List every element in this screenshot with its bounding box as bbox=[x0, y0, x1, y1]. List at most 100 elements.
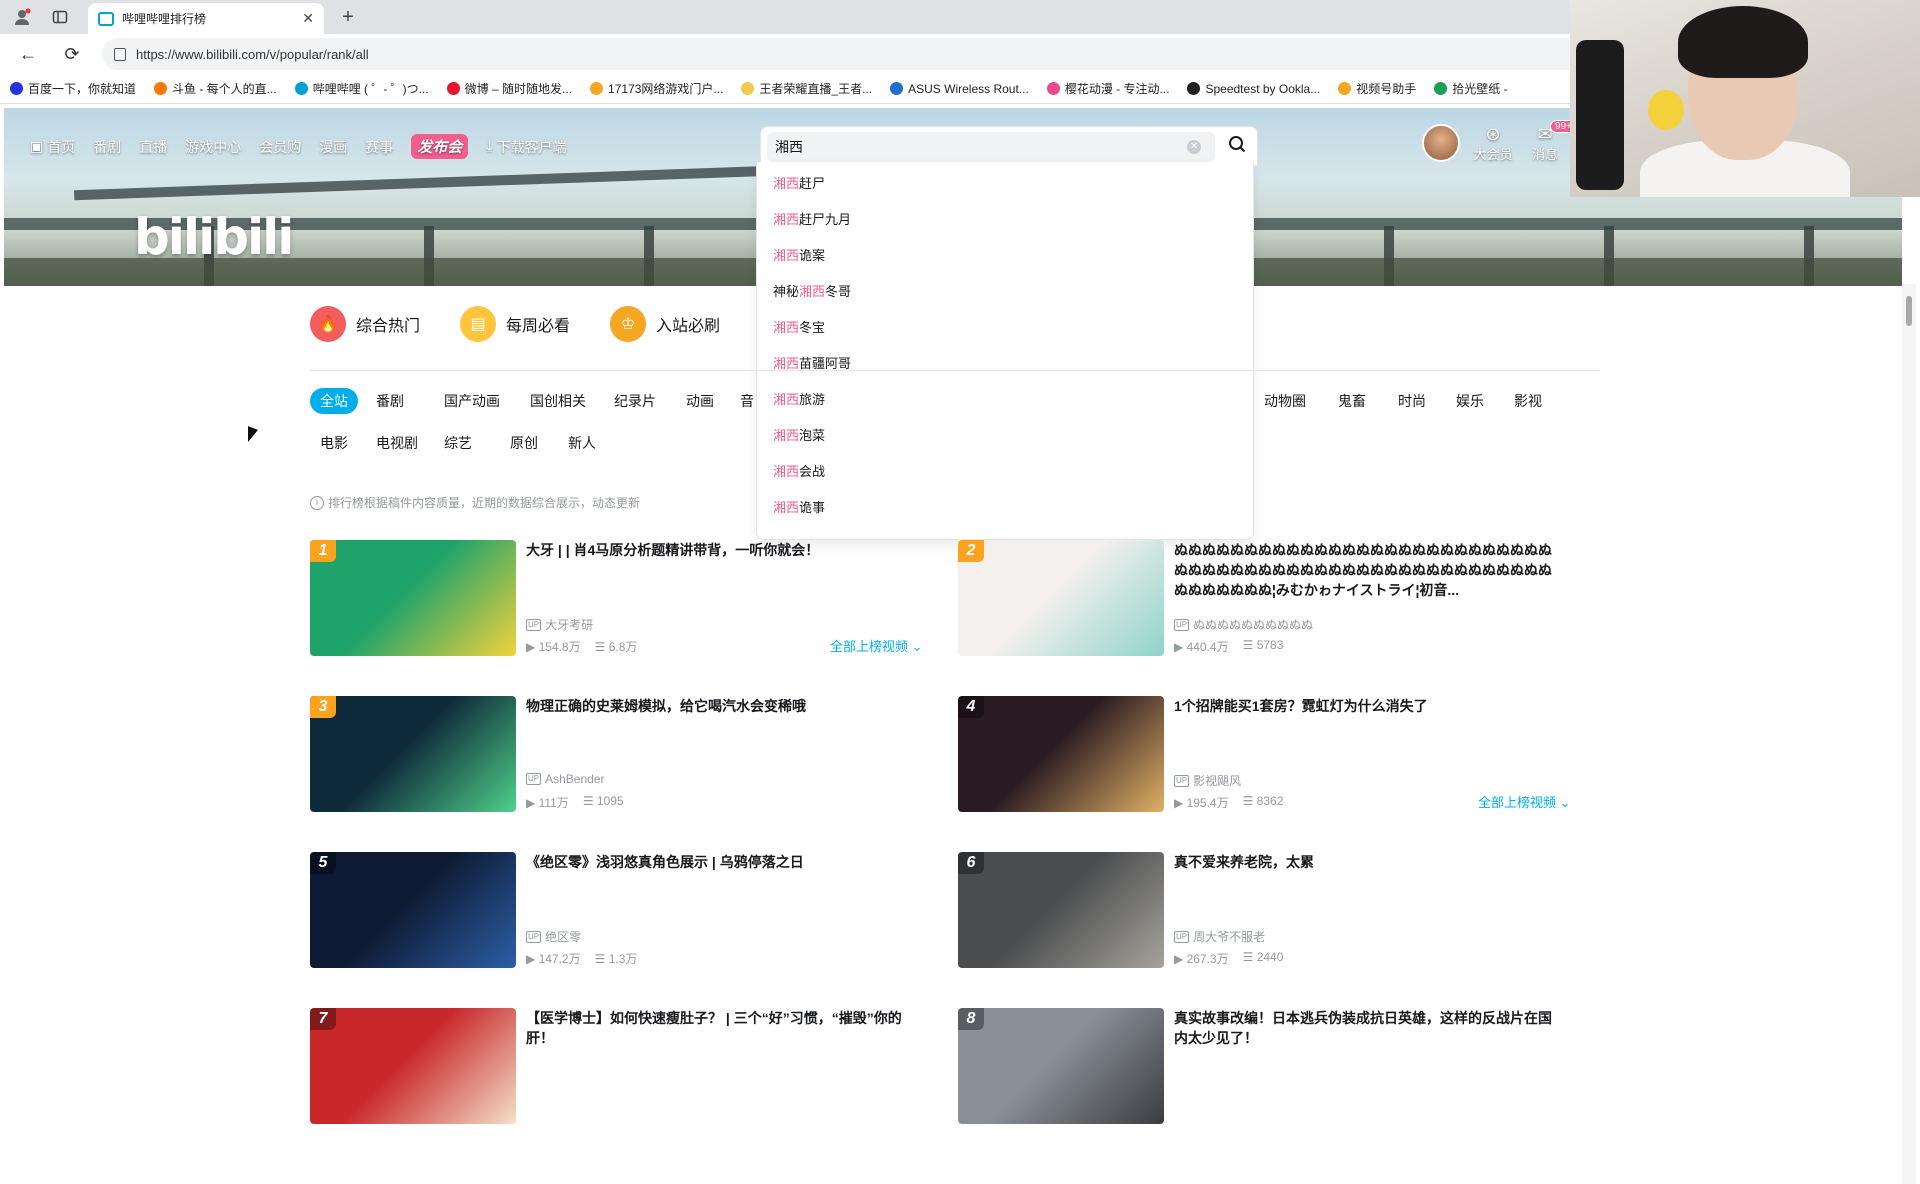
bookmark-item[interactable]: 拾光壁纸 - bbox=[1434, 80, 1508, 97]
search-suggestion-item[interactable]: 湘西诡案 bbox=[757, 238, 1253, 274]
category-tab[interactable]: 番剧 bbox=[366, 388, 414, 414]
search-suggestion-item[interactable]: 湘西苗疆阿哥 bbox=[757, 346, 1253, 382]
search-suggestion-item[interactable]: 湘西会战 bbox=[757, 454, 1253, 490]
uploader[interactable]: UP 绝区零 bbox=[526, 928, 581, 945]
nav-item[interactable]: ▣ 首页 bbox=[30, 137, 75, 157]
category-tab[interactable]: 影视 bbox=[1504, 388, 1552, 414]
search-suggestion-item[interactable]: 湘西赶尸九月 bbox=[757, 202, 1253, 238]
video-thumbnail[interactable]: 1 bbox=[310, 540, 516, 656]
category-tab[interactable]: 国创相关 bbox=[520, 388, 596, 414]
search-box[interactable]: 湘西 ✕ bbox=[760, 126, 1258, 166]
bookmark-item[interactable]: 微博 – 随时随地发... bbox=[446, 80, 572, 97]
video-thumbnail[interactable]: 3 bbox=[310, 696, 516, 812]
rank-video-card[interactable]: 7 【医学博士】如何快速瘦肚子？ | 三个“好”习惯，“摧毁”你的肝！ bbox=[310, 1008, 930, 1126]
video-thumbnail[interactable]: 5 bbox=[310, 852, 516, 968]
uploader[interactable]: UP ぬぬぬぬぬぬぬぬぬぬ bbox=[1174, 616, 1313, 633]
search-input[interactable]: 湘西 bbox=[767, 132, 1215, 162]
clear-search-icon[interactable]: ✕ bbox=[1187, 140, 1201, 154]
video-title[interactable]: ぬぬぬぬぬぬぬぬぬぬぬぬぬぬぬぬぬぬぬぬぬぬぬぬぬぬぬぬぬぬぬぬぬぬぬぬぬぬぬぬ… bbox=[1174, 540, 1564, 600]
rank-video-card[interactable]: 4 1个招牌能买1套房？霓虹灯为什么消失了 UP 影视飓风 ▶ 195.4万 ☰ 8362… bbox=[958, 696, 1578, 814]
address-bar[interactable]: https://www.bilibili.com/v/popular/rank/… bbox=[102, 38, 1570, 70]
bookmark-item[interactable]: 视频号助手 bbox=[1338, 80, 1416, 97]
video-thumbnail[interactable]: 7 bbox=[310, 1008, 516, 1124]
profile-icon[interactable] bbox=[10, 6, 34, 28]
page-scrollbar[interactable] bbox=[1902, 284, 1916, 1184]
category-tab[interactable]: 电影 bbox=[310, 430, 358, 456]
category-tab[interactable]: 音 bbox=[730, 388, 764, 414]
search-suggestion-item[interactable]: 神秘湘西冬哥 bbox=[757, 274, 1253, 310]
new-tab-button[interactable]: + bbox=[336, 6, 360, 28]
uploader[interactable]: UP 影视飓风 bbox=[1174, 772, 1241, 789]
hot-tab[interactable]: 🔥 综合热门 bbox=[310, 306, 420, 342]
video-title[interactable]: 1个招牌能买1套房？霓虹灯为什么消失了 bbox=[1174, 696, 1564, 716]
video-thumbnail[interactable]: 4 bbox=[958, 696, 1164, 812]
nav-item[interactable]: 会员购 bbox=[259, 137, 301, 157]
uploader[interactable]: UP 周大爷不服老 bbox=[1174, 928, 1265, 945]
rank-video-card[interactable]: 6 真不爱来养老院，太累 UP 周大爷不服老 ▶ 267.3万 ☰ 2440 bbox=[958, 852, 1578, 970]
all-ranked-videos-link[interactable]: 全部上榜视频 ⌄ bbox=[830, 636, 923, 655]
bookmark-item[interactable]: 百度一下，你就知道 bbox=[10, 80, 136, 97]
category-tab[interactable]: 电视剧 bbox=[366, 430, 428, 456]
video-thumbnail[interactable]: 8 bbox=[958, 1008, 1164, 1124]
close-tab-icon[interactable]: ✕ bbox=[302, 10, 314, 27]
bookmark-item[interactable]: 樱花动漫 - 专注动... bbox=[1046, 80, 1169, 97]
video-title[interactable]: 《绝区零》浅羽悠真角色展示 | 乌鸦停落之日 bbox=[526, 852, 916, 872]
rank-video-card[interactable]: 1 大牙 | | 肖4马原分析题精讲带背，一听你就会！ UP 大牙考研 ▶ 154.8万… bbox=[310, 540, 930, 658]
bookmark-item[interactable]: 斗鱼 - 每个人的直... bbox=[154, 80, 277, 97]
nav-item[interactable]: 赛事 bbox=[365, 137, 393, 157]
all-ranked-videos-link[interactable]: 全部上榜视频 ⌄ bbox=[1478, 792, 1571, 811]
bookmark-item[interactable]: ASUS Wireless Rout... bbox=[890, 82, 1029, 96]
lock-icon bbox=[114, 47, 126, 61]
browser-tab-active[interactable]: 哔哩哔哩排行榜 ✕ bbox=[88, 3, 324, 34]
search-suggestion-item[interactable]: 湘西泡菜 bbox=[757, 418, 1253, 454]
uploader[interactable]: UP 大牙考研 bbox=[526, 616, 593, 633]
user-avatar[interactable] bbox=[1422, 124, 1460, 162]
category-tab[interactable]: 全站 bbox=[310, 388, 358, 414]
category-tab[interactable]: 时尚 bbox=[1388, 388, 1436, 414]
search-suggestion-item[interactable]: 湘西诡事 bbox=[757, 490, 1253, 526]
rank-video-card[interactable]: 8 真实故事改编！日本逃兵伪装成抗日英雄，这样的反战片在国内太少见了！ bbox=[958, 1008, 1578, 1126]
bookmark-item[interactable]: Speedtest by Ookla... bbox=[1187, 82, 1320, 96]
category-tab[interactable]: 鬼畜 bbox=[1328, 388, 1376, 414]
category-tab[interactable]: 综艺 bbox=[434, 430, 482, 456]
category-tab[interactable]: 动物圈 bbox=[1254, 388, 1316, 414]
vip-button[interactable]: ⊛ 大会员 bbox=[1470, 124, 1516, 163]
category-tab[interactable]: 新人 bbox=[558, 430, 606, 456]
nav-item[interactable]: 直播 bbox=[139, 137, 167, 157]
bilibili-logo[interactable]: bilibili bbox=[134, 208, 294, 266]
category-tab[interactable]: 国产动画 bbox=[434, 388, 510, 414]
reload-icon[interactable]: ⟳ bbox=[60, 43, 84, 65]
nav-item[interactable]: 漫画 bbox=[319, 137, 347, 157]
nav-item[interactable]: 游戏中心 bbox=[185, 137, 241, 157]
category-tab[interactable]: 原创 bbox=[500, 430, 548, 456]
bookmark-item[interactable]: 王者荣耀直播_王者... bbox=[741, 80, 872, 97]
search-suggestion-item[interactable]: 湘西旅游 bbox=[757, 382, 1253, 418]
rank-video-card[interactable]: 2 ぬぬぬぬぬぬぬぬぬぬぬぬぬぬぬぬぬぬぬぬぬぬぬぬぬぬぬぬぬぬぬぬぬぬぬぬぬぬぬ… bbox=[958, 540, 1578, 658]
bookmark-item[interactable]: 17173网络游戏门户... bbox=[590, 80, 723, 97]
search-icon[interactable] bbox=[1221, 132, 1253, 162]
nav-item[interactable]: 发布会 bbox=[411, 134, 469, 159]
uploader[interactable]: UP AshBender bbox=[526, 772, 605, 786]
search-suggestion-item[interactable]: 湘西赶尸 bbox=[757, 166, 1253, 202]
video-thumbnail[interactable]: 2 bbox=[958, 540, 1164, 656]
category-tab[interactable]: 娱乐 bbox=[1446, 388, 1494, 414]
video-title[interactable]: 【医学博士】如何快速瘦肚子？ | 三个“好”习惯，“摧毁”你的肝！ bbox=[526, 1008, 916, 1048]
video-title[interactable]: 大牙 | | 肖4马原分析题精讲带背，一听你就会！ bbox=[526, 540, 916, 560]
bookmark-item[interactable]: 哔哩哔哩 ( ゜- ゜)つ... bbox=[294, 80, 429, 97]
category-tab[interactable]: 动画 bbox=[676, 388, 724, 414]
back-arrow-icon[interactable]: ← bbox=[16, 43, 40, 65]
category-tab[interactable]: 纪录片 bbox=[604, 388, 666, 414]
rank-video-card[interactable]: 3 物理正确的史莱姆模拟，给它喝汽水会变稀哦 UP AshBender ▶ 111万 ☰ … bbox=[310, 696, 930, 814]
suggestion-highlight: 湘西 bbox=[773, 392, 800, 407]
video-title[interactable]: 真实故事改编！日本逃兵伪装成抗日英雄，这样的反战片在国内太少见了！ bbox=[1174, 1008, 1564, 1048]
hot-tab[interactable]: ▤ 每周必看 bbox=[460, 306, 570, 342]
video-title[interactable]: 物理正确的史莱姆模拟，给它喝汽水会变稀哦 bbox=[526, 696, 916, 716]
tab-actions-icon[interactable] bbox=[48, 6, 72, 28]
video-thumbnail[interactable]: 6 bbox=[958, 852, 1164, 968]
rank-video-card[interactable]: 5 《绝区零》浅羽悠真角色展示 | 乌鸦停落之日 UP 绝区零 ▶ 147.2万 ☰ 1.… bbox=[310, 852, 930, 970]
nav-item[interactable]: ⤓ 下载客户端 bbox=[486, 137, 566, 157]
nav-item[interactable]: 番剧 bbox=[93, 137, 121, 157]
video-title[interactable]: 真不爱来养老院，太累 bbox=[1174, 852, 1564, 872]
search-suggestion-item[interactable]: 湘西冬宝 bbox=[757, 310, 1253, 346]
hot-tab[interactable]: ♔ 入站必刷 bbox=[610, 306, 720, 342]
